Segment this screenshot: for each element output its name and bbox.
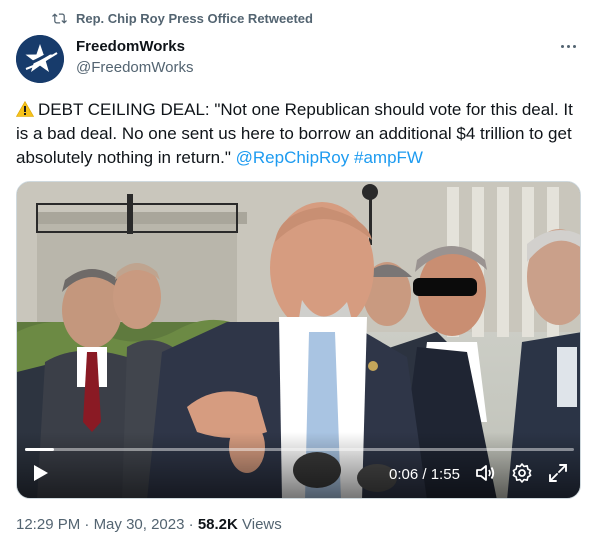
retweet-icon — [52, 13, 67, 24]
tweet-text: DEBT CEILING DEAL: "Not one Republican s… — [16, 98, 584, 170]
video-duration: 1:55 — [430, 466, 460, 483]
views-count: 58.2K — [197, 516, 238, 533]
warning-icon — [16, 101, 34, 117]
play-icon[interactable] — [29, 462, 51, 484]
tweet-meta: 12:29 PM · May 30, 2023 · 58.2K Views — [16, 516, 282, 533]
fullscreen-icon[interactable] — [547, 462, 569, 484]
avatar[interactable] — [16, 35, 64, 83]
retweet-context[interactable]: Rep. Chip Roy Press Office Retweeted — [52, 11, 313, 26]
progress-bar[interactable] — [25, 448, 574, 451]
hashtag-link[interactable]: #ampFW — [354, 148, 423, 167]
meta-separator: · — [184, 516, 198, 533]
views-label: Views — [237, 516, 282, 533]
video-controls: 0:06 / 1:55 — [17, 440, 580, 498]
video-player[interactable]: 0:06 / 1:55 — [16, 181, 581, 499]
author-block: FreedomWorks @FreedomWorks — [76, 37, 193, 77]
progress-bar-fill — [25, 448, 54, 451]
settings-icon[interactable] — [511, 462, 533, 484]
star-logo-icon — [16, 35, 64, 83]
video-elapsed: 0:06 — [389, 466, 419, 483]
video-time-readout: 0:06 / 1:55 — [389, 466, 460, 483]
volume-icon[interactable] — [474, 462, 496, 484]
more-horizontal-icon — [560, 44, 564, 48]
author-handle[interactable]: @FreedomWorks — [76, 58, 193, 77]
video-time-separator: / — [418, 466, 431, 483]
meta-separator: · — [80, 516, 94, 533]
more-options-button[interactable] — [555, 36, 581, 56]
retweet-label: Rep. Chip Roy Press Office Retweeted — [76, 11, 313, 26]
tweet-time[interactable]: 12:29 PM — [16, 516, 80, 533]
tweet-card[interactable]: Rep. Chip Roy Press Office Retweeted Fre… — [0, 0, 597, 539]
author-display-name[interactable]: FreedomWorks — [76, 37, 193, 56]
mention-link[interactable]: @RepChipRoy — [236, 148, 350, 167]
tweet-date[interactable]: May 30, 2023 — [94, 516, 185, 533]
